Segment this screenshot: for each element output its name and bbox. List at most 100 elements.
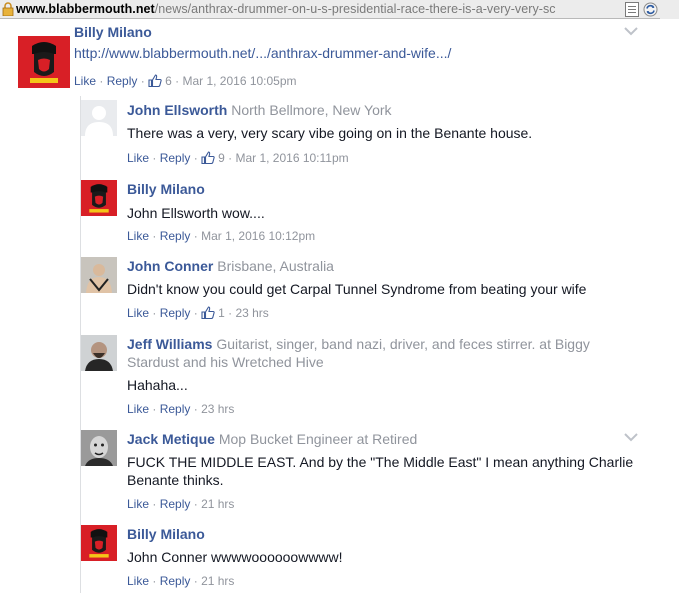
timestamp[interactable]: 21 hrs bbox=[201, 574, 234, 588]
separator: · bbox=[193, 306, 198, 320]
author-bio-continued: Stardust and his Wretched Hive bbox=[127, 354, 324, 370]
chevron-down-icon[interactable] bbox=[624, 433, 638, 442]
reply-link[interactable]: Reply bbox=[107, 74, 138, 88]
comment-actions: Like · Reply · 21 hrs bbox=[127, 497, 234, 511]
avatar[interactable] bbox=[81, 180, 117, 216]
comment-body: http://www.blabbermouth.net/.../anthrax-… bbox=[74, 44, 451, 62]
author-link[interactable]: John Conner bbox=[127, 258, 213, 274]
urlbar-edge bbox=[660, 0, 679, 19]
separator: · bbox=[152, 229, 157, 243]
comment-body: There was a very, very scary vibe going … bbox=[127, 125, 533, 141]
reply-link[interactable]: Reply bbox=[160, 229, 191, 243]
separator: · bbox=[152, 402, 157, 416]
reply-comment: Billy Milano John Ellsworth wow.... Like… bbox=[81, 180, 671, 246]
separator: · bbox=[152, 497, 157, 511]
url-path: /news/anthrax-drummer-on-u-s-presidentia… bbox=[154, 2, 556, 16]
chevron-down-icon[interactable] bbox=[624, 27, 638, 36]
author-name: Jeff Williams Guitarist, singer, band na… bbox=[127, 336, 590, 352]
separator: · bbox=[228, 306, 233, 320]
address-bar[interactable]: www.blabbermouth.net/news/anthrax-drumme… bbox=[0, 0, 679, 19]
refresh-icon[interactable] bbox=[643, 2, 658, 17]
separator: · bbox=[193, 402, 198, 416]
separator: · bbox=[152, 151, 157, 165]
author-link[interactable]: John Ellsworth bbox=[127, 102, 227, 118]
separator: · bbox=[193, 229, 198, 243]
separator: · bbox=[152, 574, 157, 588]
comment-actions: Like · Reply · 6 · Mar 1, 2016 10:05pm bbox=[74, 74, 297, 88]
comment-body: John Ellsworth wow.... bbox=[127, 205, 265, 221]
author-location: North Bellmore, New York bbox=[231, 102, 392, 118]
like-link[interactable]: Like bbox=[127, 402, 149, 416]
like-link[interactable]: Like bbox=[127, 229, 149, 243]
timestamp[interactable]: 21 hrs bbox=[201, 497, 234, 511]
default-avatar bbox=[81, 100, 117, 136]
page-info-icon[interactable] bbox=[625, 2, 639, 17]
comment-body: Hahaha... bbox=[127, 377, 188, 393]
comment-actions: Like · Reply · 9 · Mar 1, 2016 10:11pm bbox=[127, 151, 349, 165]
reply-comment: Billy Milano John Conner wwwwoooooowwww!… bbox=[81, 525, 671, 591]
reply-comment: John Conner Brisbane, Australia Didn't k… bbox=[81, 257, 671, 323]
separator: · bbox=[99, 74, 104, 88]
author-location: Brisbane, Australia bbox=[217, 258, 334, 274]
thumbs-up-icon bbox=[201, 306, 215, 319]
like-link[interactable]: Like bbox=[127, 497, 149, 511]
billy-milano-avatar bbox=[81, 525, 117, 561]
comment-actions: Like · Reply · 23 hrs bbox=[127, 402, 234, 416]
jack-metique-avatar bbox=[81, 430, 117, 466]
author-bio: Mop Bucket Engineer at Retired bbox=[218, 431, 418, 447]
separator: · bbox=[152, 306, 157, 320]
avatar[interactable] bbox=[81, 525, 117, 561]
separator: · bbox=[175, 74, 180, 88]
comment-link[interactable]: http://www.blabbermouth.net/.../anthrax-… bbox=[74, 45, 451, 61]
avatar[interactable] bbox=[81, 257, 117, 293]
avatar[interactable] bbox=[81, 100, 117, 136]
like-link[interactable]: Like bbox=[127, 574, 149, 588]
separator: · bbox=[193, 497, 198, 511]
reply-link[interactable]: Reply bbox=[160, 497, 191, 511]
author-name: John Conner Brisbane, Australia bbox=[127, 258, 334, 274]
url-domain: www.blabbermouth.net bbox=[16, 2, 155, 16]
like-count[interactable]: 6 bbox=[165, 74, 172, 88]
comment-actions: Like · Reply · 1 · 23 hrs bbox=[127, 306, 269, 320]
reply-link[interactable]: Reply bbox=[160, 402, 191, 416]
author-link[interactable]: Jeff Williams bbox=[127, 336, 212, 352]
author-name[interactable]: Billy Milano bbox=[74, 24, 152, 40]
reply-comment: Jack Metique Mop Bucket Engineer at Reti… bbox=[81, 430, 671, 518]
reply-comment: Jeff Williams Guitarist, singer, band na… bbox=[81, 335, 671, 421]
avatar[interactable] bbox=[81, 430, 117, 466]
like-count[interactable]: 1 bbox=[218, 306, 225, 320]
url-text[interactable]: www.blabbermouth.net/news/anthrax-drumme… bbox=[16, 2, 620, 16]
author-name[interactable]: Billy Milano bbox=[127, 526, 205, 542]
comment-body-line: Benante thinks. bbox=[127, 472, 224, 488]
author-name: Jack Metique Mop Bucket Engineer at Reti… bbox=[127, 431, 417, 447]
timestamp[interactable]: Mar 1, 2016 10:12pm bbox=[201, 229, 315, 243]
reply-comment: John Ellsworth North Bellmore, New York … bbox=[81, 100, 671, 170]
like-link[interactable]: Like bbox=[127, 306, 149, 320]
avatar[interactable] bbox=[18, 36, 70, 88]
reply-link[interactable]: Reply bbox=[160, 306, 191, 320]
author-link[interactable]: Jack Metique bbox=[127, 431, 215, 447]
timestamp[interactable]: Mar 1, 2016 10:11pm bbox=[235, 151, 348, 165]
timestamp[interactable]: 23 hrs bbox=[235, 306, 268, 320]
timestamp[interactable]: Mar 1, 2016 10:05pm bbox=[182, 74, 296, 88]
thumbs-up-icon bbox=[201, 151, 215, 164]
jeff-williams-avatar bbox=[81, 335, 117, 371]
billy-milano-avatar bbox=[81, 180, 117, 216]
john-conner-avatar bbox=[81, 257, 117, 293]
reply-link[interactable]: Reply bbox=[160, 574, 191, 588]
like-count[interactable]: 9 bbox=[218, 151, 225, 165]
author-name[interactable]: Billy Milano bbox=[127, 181, 205, 197]
like-link[interactable]: Like bbox=[127, 151, 149, 165]
reply-link[interactable]: Reply bbox=[160, 151, 191, 165]
comment: Billy Milano http://www.blabbermouth.net… bbox=[18, 24, 668, 90]
avatar[interactable] bbox=[81, 335, 117, 371]
author-name: John Ellsworth North Bellmore, New York bbox=[127, 102, 392, 118]
comment-body: Didn't know you could get Carpal Tunnel … bbox=[127, 281, 587, 297]
author-bio: Guitarist, singer, band nazi, driver, an… bbox=[216, 336, 590, 352]
comment-actions: Like · Reply · Mar 1, 2016 10:12pm bbox=[127, 229, 315, 243]
like-link[interactable]: Like bbox=[74, 74, 96, 88]
separator: · bbox=[193, 151, 198, 165]
separator: · bbox=[140, 74, 145, 88]
billy-milano-avatar bbox=[18, 36, 70, 88]
timestamp[interactable]: 23 hrs bbox=[201, 402, 234, 416]
